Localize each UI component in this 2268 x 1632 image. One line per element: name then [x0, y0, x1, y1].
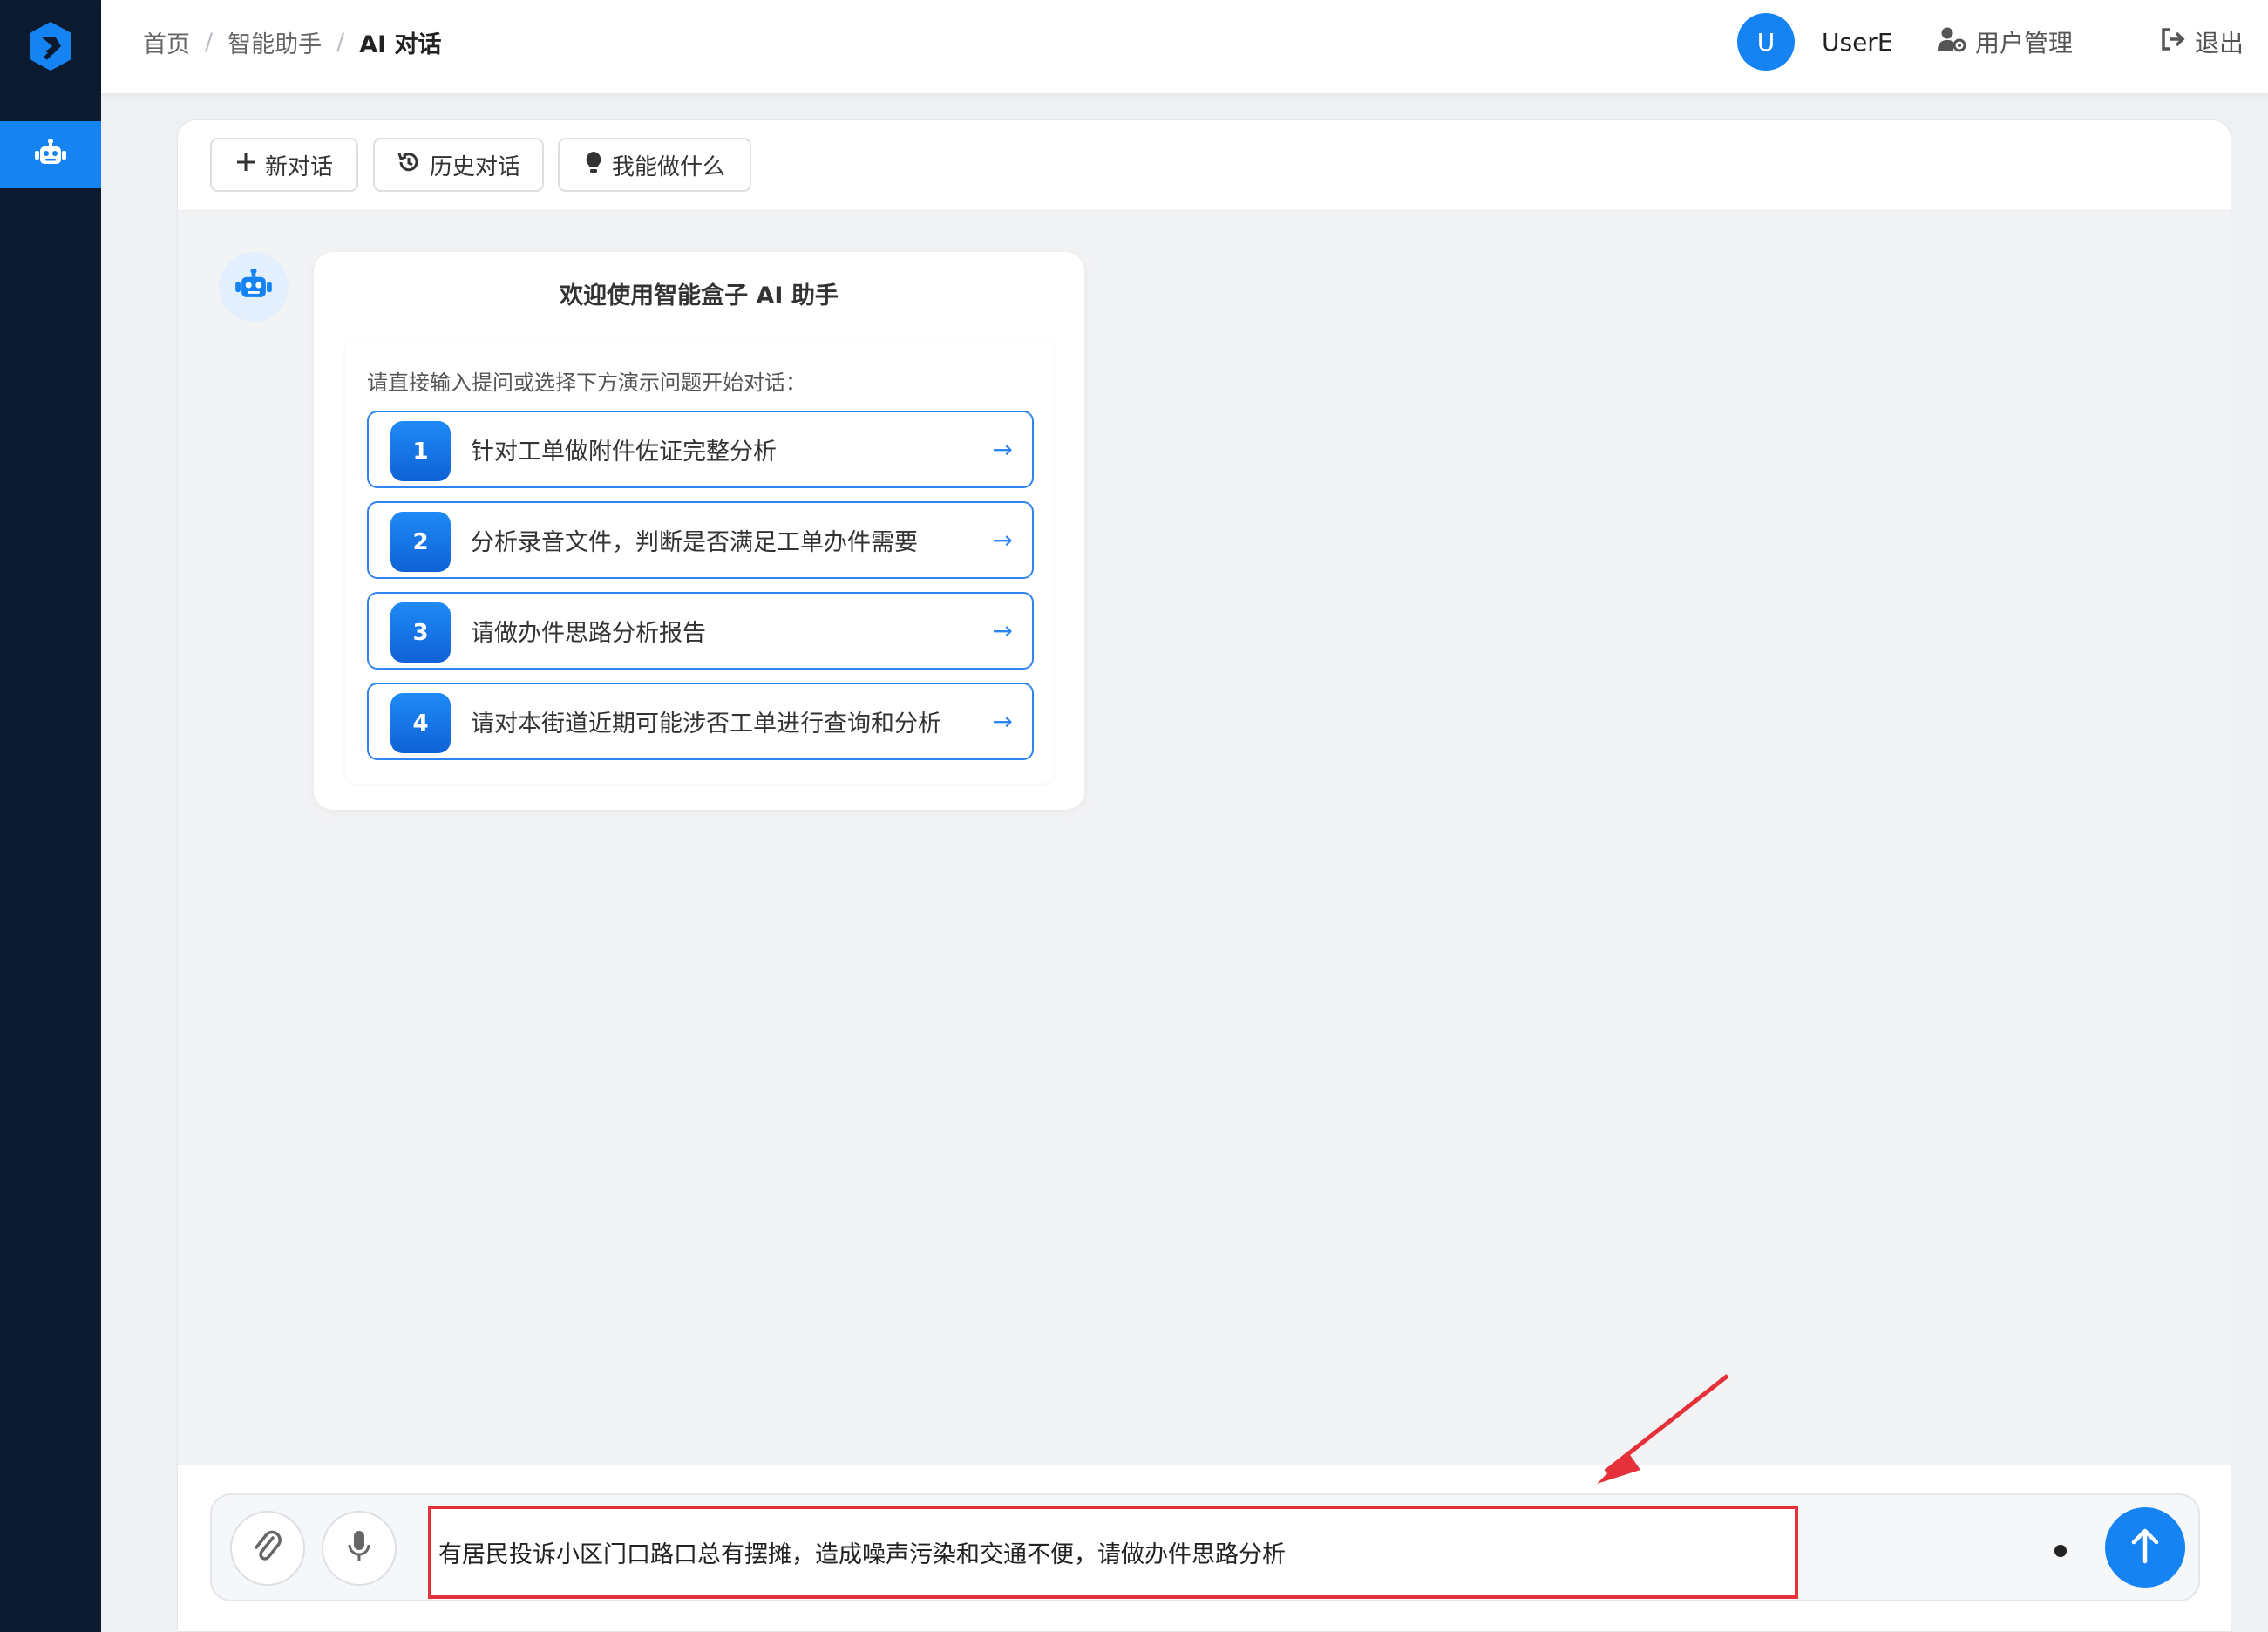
history-icon: [397, 150, 421, 180]
arrow-right-icon: →: [992, 707, 1013, 736]
suggestion-item[interactable]: 3 请做办件思路分析报告 →: [367, 592, 1034, 670]
logout-button[interactable]: 退出: [2160, 0, 2244, 84]
avatar[interactable]: U: [1737, 13, 1795, 71]
suggestion-number: 2: [390, 512, 451, 572]
breadcrumb: 首页 / 智能助手 / AI 对话: [143, 0, 442, 84]
breadcrumb-assistant[interactable]: 智能助手: [227, 25, 322, 59]
history-label: 历史对话: [429, 153, 520, 180]
attach-button[interactable]: [230, 1511, 305, 1586]
suggestion-text: 请做办件思路分析报告: [471, 620, 706, 647]
message-input[interactable]: [428, 1506, 1798, 1599]
microphone-button[interactable]: [322, 1511, 397, 1586]
history-button[interactable]: 历史对话: [373, 138, 544, 192]
breadcrumb-separator: /: [336, 28, 345, 56]
new-chat-button[interactable]: 新对话: [210, 138, 358, 192]
arrow-up-icon: [2129, 1527, 2161, 1568]
user-management-link[interactable]: 用户管理: [1937, 0, 2073, 84]
bot-avatar: [219, 252, 289, 322]
send-button[interactable]: [2105, 1507, 2185, 1588]
robot-icon: [234, 268, 273, 305]
suggestions-box: 请直接输入提问或选择下方演示问题开始对话： 1 针对工单做附件佐证完整分析 → …: [345, 339, 1053, 784]
welcome-card: 欢迎使用智能盒子 AI 助手 请直接输入提问或选择下方演示问题开始对话： 1 针…: [314, 252, 1084, 810]
plus-icon: [235, 152, 256, 179]
suggestion-number: 1: [390, 421, 451, 481]
breadcrumb-current: AI 对话: [359, 31, 442, 58]
user-management-label: 用户管理: [1975, 29, 2074, 58]
message-composer: [210, 1493, 2200, 1601]
logout-label: 退出: [2195, 29, 2244, 58]
arrow-right-icon: →: [992, 526, 1013, 554]
user-gear-icon: [1937, 26, 1975, 58]
breadcrumb-home[interactable]: 首页: [143, 25, 190, 59]
microphone-icon: [347, 1529, 371, 1567]
welcome-title: 欢迎使用智能盒子 AI 助手: [560, 282, 839, 309]
username[interactable]: UserE: [1822, 0, 1893, 84]
arrow-right-icon: →: [992, 435, 1013, 464]
chat-panel: 新对话 历史对话 我能做什么 欢迎使用智能盒子 AI 助手 请直接输入提问或选择…: [177, 119, 2231, 1632]
input-zone: [178, 1465, 2231, 1631]
logout-icon: [2160, 27, 2195, 58]
suggestion-number: 4: [390, 693, 451, 753]
suggestion-item[interactable]: 1 针对工单做附件佐证完整分析 →: [367, 411, 1034, 488]
capabilities-label: 我能做什么: [611, 153, 725, 180]
sidebar-item-ai-chat[interactable]: [0, 121, 101, 188]
chat-toolbar: 新对话 历史对话 我能做什么: [178, 120, 2231, 211]
new-chat-label: 新对话: [264, 153, 333, 180]
suggestion-text: 针对工单做附件佐证完整分析: [471, 439, 777, 466]
suggestion-item[interactable]: 2 分析录音文件，判断是否满足工单办件需要 →: [367, 501, 1034, 579]
suggestion-item[interactable]: 4 请对本街道近期可能涉否工单进行查询和分析 →: [367, 683, 1034, 760]
status-dot: [2054, 1545, 2067, 1557]
top-bar: 首页 / 智能助手 / AI 对话 U UserE 用户管理 退出: [101, 0, 2268, 94]
suggestion-text: 请对本街道近期可能涉否工单进行查询和分析: [471, 711, 941, 738]
sidebar: [0, 0, 101, 1632]
arrow-right-icon: →: [992, 616, 1013, 645]
welcome-prompt: 请直接输入提问或选择下方演示问题开始对话：: [367, 371, 806, 395]
app-logo-icon[interactable]: [0, 0, 101, 92]
paperclip-icon: [252, 1529, 283, 1567]
robot-icon: [34, 138, 67, 171]
suggestion-text: 分析录音文件，判断是否满足工单办件需要: [471, 529, 918, 556]
breadcrumb-separator: /: [205, 28, 214, 56]
lightbulb-icon: [584, 150, 603, 180]
capabilities-button[interactable]: 我能做什么: [558, 138, 751, 192]
suggestion-number: 3: [390, 602, 451, 663]
